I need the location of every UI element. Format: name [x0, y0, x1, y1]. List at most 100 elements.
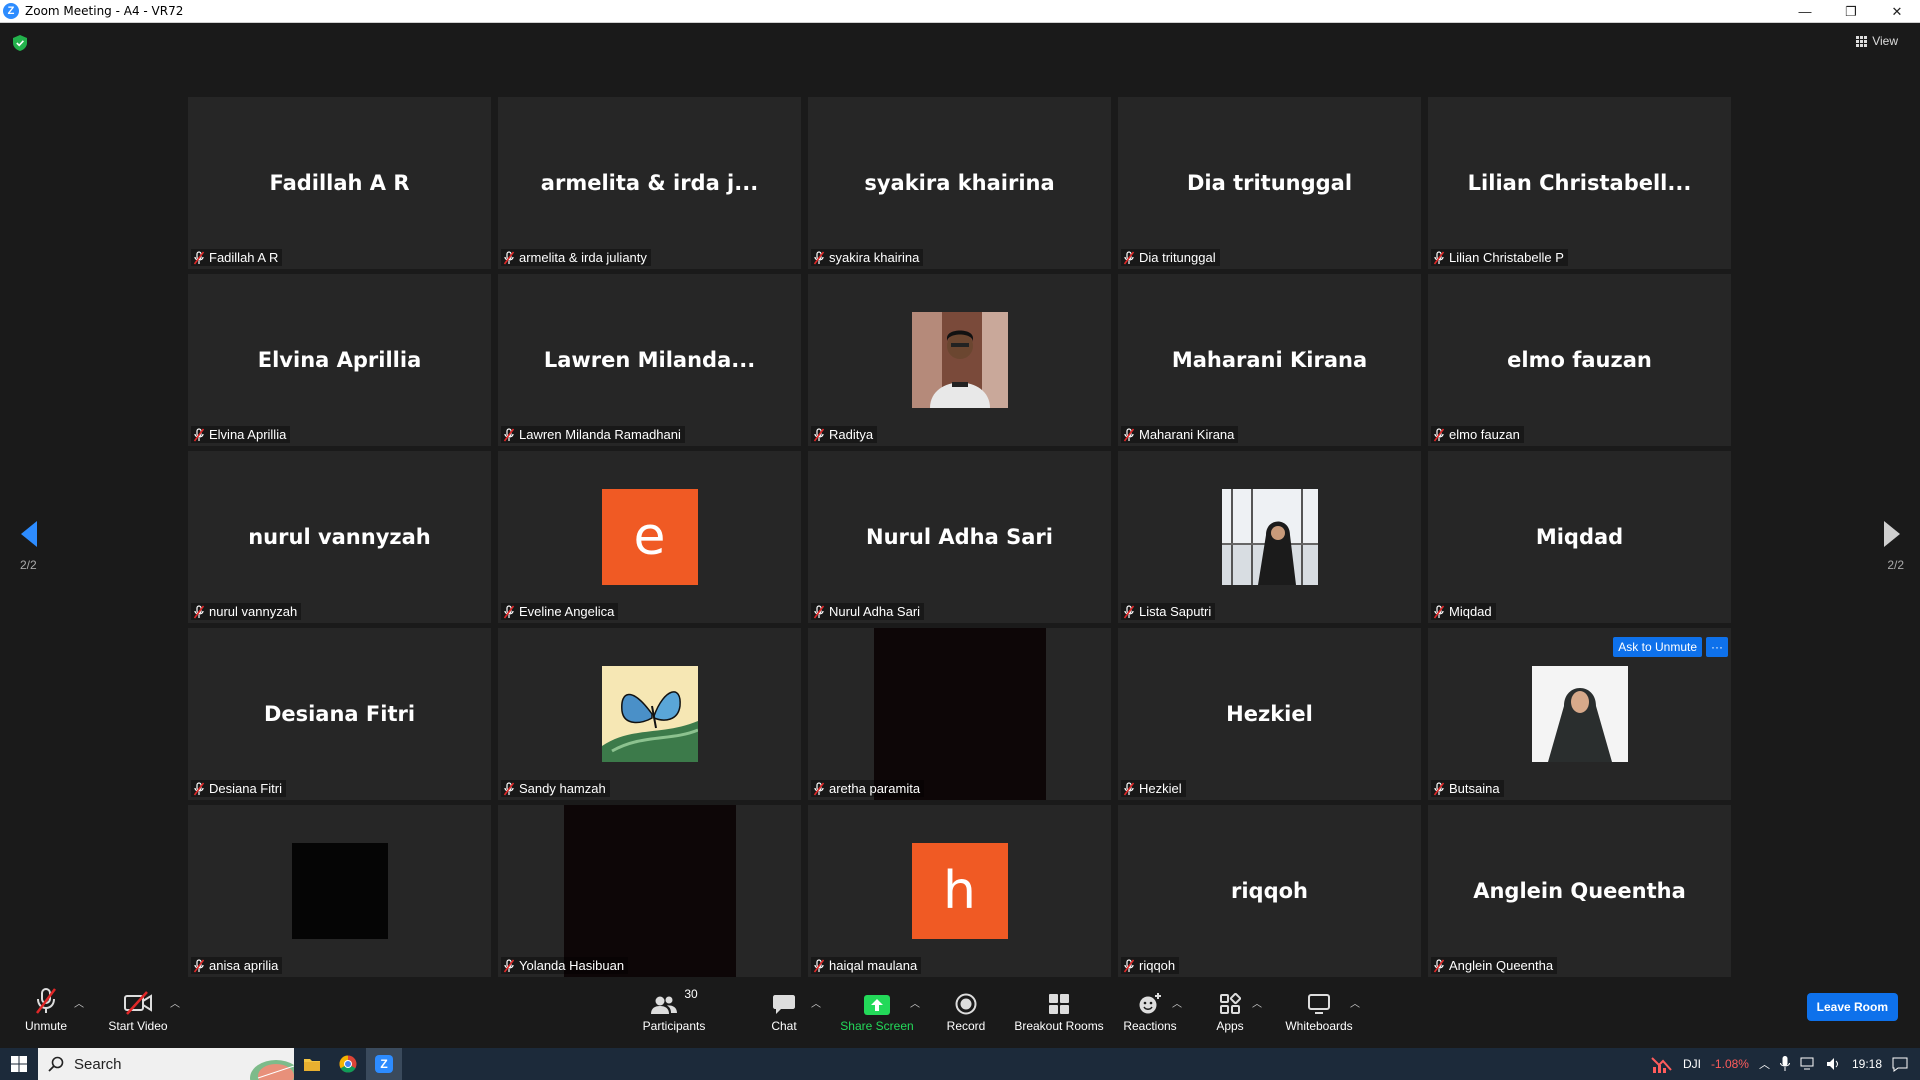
muted-mic-icon [503, 604, 515, 618]
audio-options-caret-icon[interactable]: ︿ [74, 995, 84, 1010]
taskbar-file-explorer[interactable] [294, 1048, 330, 1080]
participant-gallery: Fadillah A R Fadillah A R armelita & irda … [188, 97, 1731, 977]
breakout-rooms-button[interactable]: Breakout Rooms [1014, 983, 1104, 1048]
apps-button[interactable]: Apps [1212, 983, 1248, 1048]
participant-tile[interactable]: Lilian Christabell... Lilian Christabelle… [1428, 97, 1731, 269]
search-icon [48, 1056, 64, 1072]
unmute-label: Unmute [24, 1019, 68, 1033]
participant-name: Lista Saputri [1139, 604, 1212, 619]
participant-name-label: Desiana Fitri [191, 780, 286, 797]
apps-label: Apps [1216, 1019, 1244, 1033]
participant-video [563, 805, 736, 977]
participant-tile[interactable]: aretha paramita [808, 628, 1111, 800]
participant-tile[interactable]: Anglein Queentha Anglein Queentha [1428, 805, 1731, 977]
leave-room-button[interactable]: Leave Room [1806, 993, 1898, 1021]
participant-tile[interactable]: anisa aprilia [188, 805, 491, 977]
restore-button[interactable]: ❐ [1828, 0, 1874, 23]
microphone-tray-icon[interactable] [1779, 1056, 1790, 1072]
participant-name-label: Anglein Queentha [1431, 957, 1558, 974]
participant-name: Nurul Adha Sari [829, 604, 921, 619]
next-page-arrow-icon[interactable] [1882, 519, 1902, 549]
participant-tile[interactable]: riqqoh riqqoh [1118, 805, 1421, 977]
stock-chart-icon[interactable] [1651, 1055, 1673, 1073]
participant-name: Anglein Queentha [1449, 958, 1554, 973]
participant-name-label: Fadillah A R [191, 249, 283, 266]
participant-tile[interactable]: Lista Saputri [1118, 451, 1421, 623]
participant-tile[interactable]: Miqdad Miqdad [1428, 451, 1731, 623]
participant-tile[interactable]: Butsaina Ask to Unmute ··· [1428, 628, 1731, 800]
muted-mic-icon [1433, 250, 1445, 264]
participant-tile[interactable]: Yolanda Hasibuan [498, 805, 801, 977]
participant-name-label: Raditya [811, 426, 878, 443]
muted-mic-icon [813, 427, 825, 441]
participant-tile[interactable]: Raditya [808, 274, 1111, 446]
muted-mic-icon [503, 958, 515, 972]
volume-icon[interactable] [1826, 1057, 1842, 1071]
previous-page-arrow-icon[interactable] [19, 519, 39, 549]
network-icon[interactable] [1800, 1057, 1816, 1071]
participant-tile[interactable]: Sandy hamzah [498, 628, 801, 800]
participant-tile[interactable]: e Eveline Angelica [498, 451, 801, 623]
taskbar-chrome[interactable] [330, 1048, 366, 1080]
whiteboards-button[interactable]: Whiteboards [1284, 983, 1354, 1048]
reactions-button[interactable]: Reactions [1123, 983, 1177, 1048]
ask-to-unmute-button[interactable]: Ask to Unmute [1613, 637, 1702, 657]
participant-display-name: Elvina Aprillia [257, 348, 422, 372]
record-button[interactable]: Record [946, 983, 986, 1048]
view-button[interactable]: View [1856, 34, 1898, 48]
apps-options-caret-icon[interactable]: ︿ [1252, 995, 1262, 1010]
participant-tile[interactable]: Desiana Fitri Desiana Fitri [188, 628, 491, 800]
start-video-label: Start Video [108, 1019, 168, 1033]
participant-name: Maharani Kirana [1139, 427, 1235, 442]
participant-tile[interactable]: nurul vannyzah nurul vannyzah [188, 451, 491, 623]
muted-mic-icon [193, 781, 205, 795]
whiteboards-options-caret-icon[interactable]: ︿ [1350, 995, 1360, 1010]
tray-overflow-chevron-icon[interactable]: ︿ [1759, 1056, 1770, 1072]
participant-name-label: Lawren Milanda Ramadhani [501, 426, 685, 443]
participant-name-label: Nurul Adha Sari [811, 603, 925, 620]
participant-name: Fadillah A R [209, 250, 279, 265]
participant-tile[interactable]: armelita & irda j... armelita & irda juli… [498, 97, 801, 269]
participant-tile[interactable]: Maharani Kirana Maharani Kirana [1118, 274, 1421, 446]
unmute-button[interactable]: Unmute [18, 983, 74, 1048]
chat-options-caret-icon[interactable]: ︿ [811, 995, 821, 1010]
participant-tile[interactable]: Hezkiel Hezkiel [1118, 628, 1421, 800]
start-video-button[interactable]: Start Video [106, 983, 170, 1048]
participant-name: anisa aprilia [209, 958, 279, 973]
taskbar-zoom[interactable]: Z [366, 1048, 402, 1080]
record-label: Record [946, 1019, 986, 1033]
participant-display-name: Lilian Christabell... [1467, 171, 1692, 195]
participant-name: nurul vannyzah [209, 604, 298, 619]
video-options-caret-icon[interactable]: ︿ [170, 995, 180, 1010]
record-icon [955, 993, 977, 1015]
security-shield-icon[interactable] [13, 35, 27, 51]
participant-tile[interactable]: elmo fauzan elmo fauzan [1428, 274, 1731, 446]
share-screen-button[interactable]: Share Screen [838, 983, 916, 1048]
participant-tile[interactable]: Dia tritunggal Dia tritunggal [1118, 97, 1421, 269]
share-options-caret-icon[interactable]: ︿ [910, 995, 920, 1010]
reactions-options-caret-icon[interactable]: ︿ [1172, 995, 1182, 1010]
participant-tile[interactable]: Lawren Milanda... Lawren Milanda Ramadhan… [498, 274, 801, 446]
chat-bubble-icon [773, 995, 795, 1014]
more-options-button[interactable]: ··· [1706, 637, 1728, 657]
participant-name-label: Elvina Aprillia [191, 426, 291, 443]
minimize-button[interactable]: — [1782, 0, 1828, 23]
participants-button[interactable]: 30 Participants [638, 983, 710, 1048]
taskbar-search-box[interactable]: Search [38, 1048, 294, 1080]
participant-tile[interactable]: syakira khairina syakira khairina [808, 97, 1111, 269]
participant-tile[interactable]: Elvina Aprillia Elvina Aprillia [188, 274, 491, 446]
participant-tile[interactable]: Nurul Adha Sari Nurul Adha Sari [808, 451, 1111, 623]
participant-name-label: nurul vannyzah [191, 603, 302, 620]
close-button[interactable]: ✕ [1874, 0, 1920, 23]
participant-initial-avatar: e [601, 489, 698, 585]
participants-label: Participants [642, 1019, 706, 1033]
chat-button[interactable]: Chat [768, 983, 800, 1048]
window-titlebar: Z Zoom Meeting - A4 - VR72 — ❐ ✕ [0, 0, 1920, 23]
start-button[interactable] [0, 1048, 38, 1080]
participant-tile[interactable]: h haiqal maulana [808, 805, 1111, 977]
notification-center-icon[interactable] [1892, 1056, 1908, 1072]
participant-tile[interactable]: Fadillah A R Fadillah A R [188, 97, 491, 269]
windows-logo-icon [11, 1056, 27, 1072]
participant-name-label: aretha paramita [811, 780, 925, 797]
muted-mic-icon [813, 250, 825, 264]
